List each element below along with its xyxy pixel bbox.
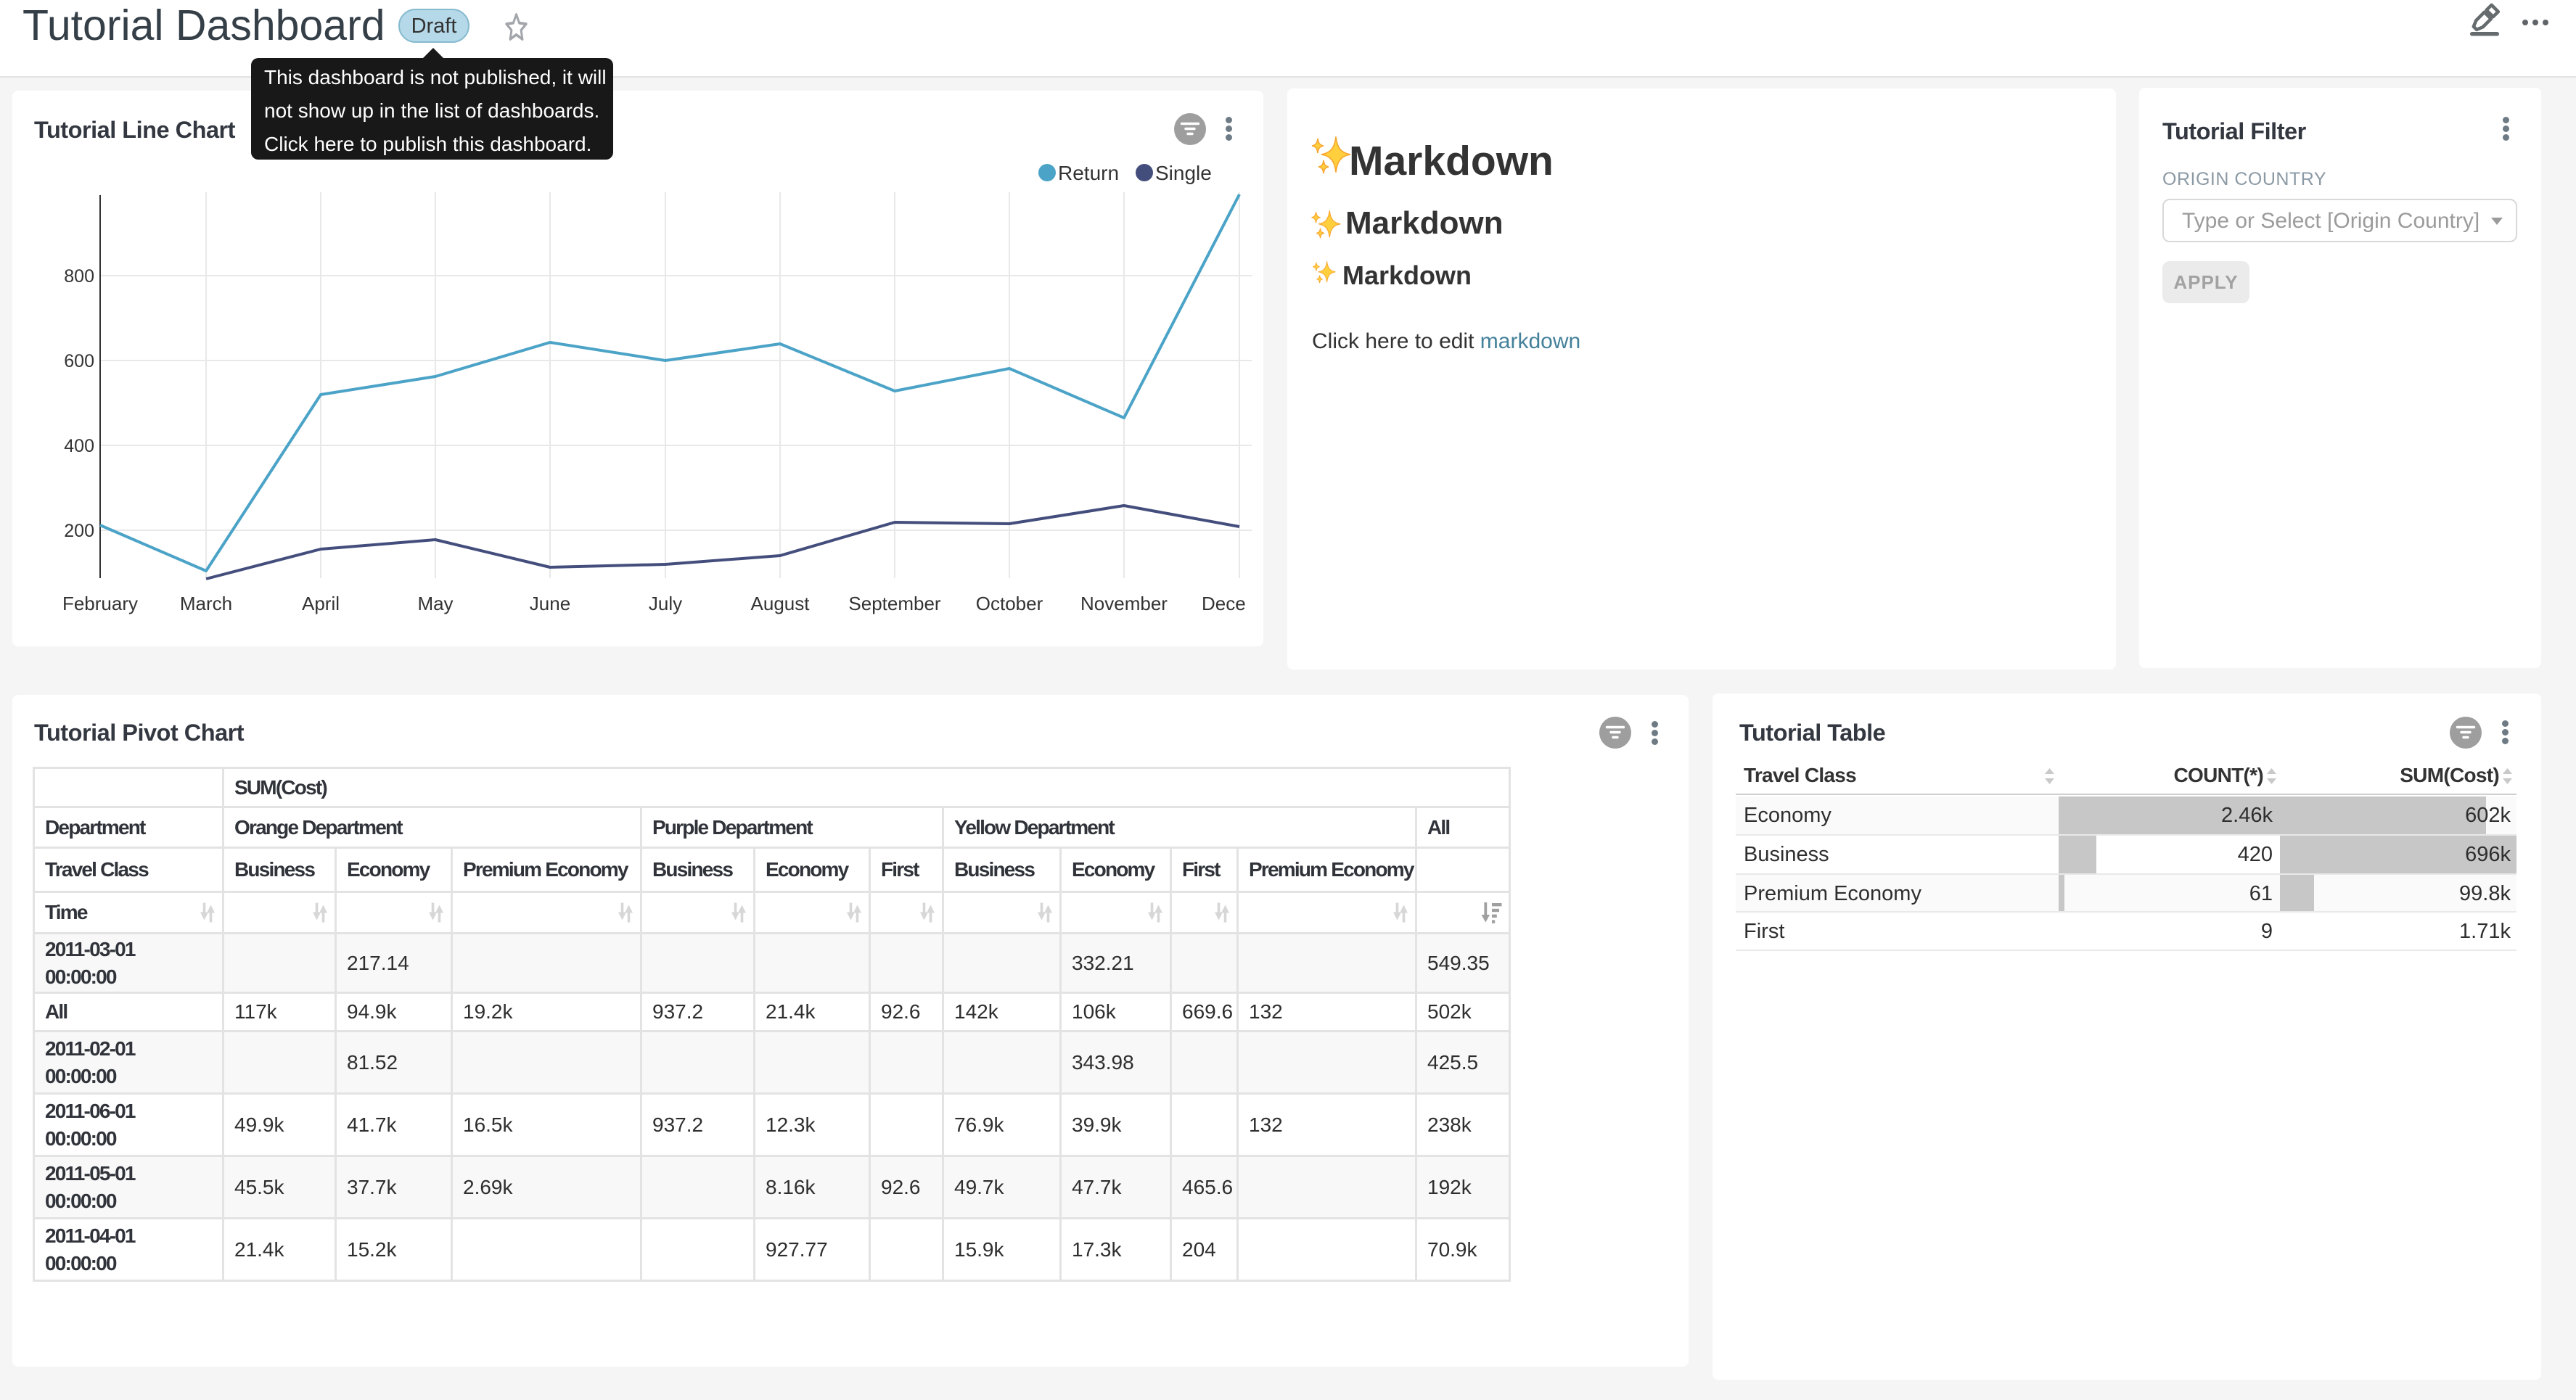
svg-text:October: October <box>976 593 1043 614</box>
svg-text:Return: Return <box>1058 162 1119 184</box>
svg-text:800: 800 <box>64 266 94 287</box>
svg-text:June: June <box>530 593 570 614</box>
svg-text:March: March <box>180 593 232 614</box>
svg-text:September: September <box>848 593 941 614</box>
svg-text:Single: Single <box>1155 162 1212 184</box>
svg-text:400: 400 <box>64 436 94 456</box>
svg-text:February: February <box>62 593 138 614</box>
svg-text:200: 200 <box>64 521 94 541</box>
svg-text:Dece: Dece <box>1202 593 1246 614</box>
svg-text:August: August <box>751 593 811 614</box>
svg-text:May: May <box>417 593 453 614</box>
svg-text:April: April <box>302 593 340 614</box>
svg-text:July: July <box>649 593 682 614</box>
svg-text:November: November <box>1080 593 1168 614</box>
svg-text:600: 600 <box>64 351 94 371</box>
